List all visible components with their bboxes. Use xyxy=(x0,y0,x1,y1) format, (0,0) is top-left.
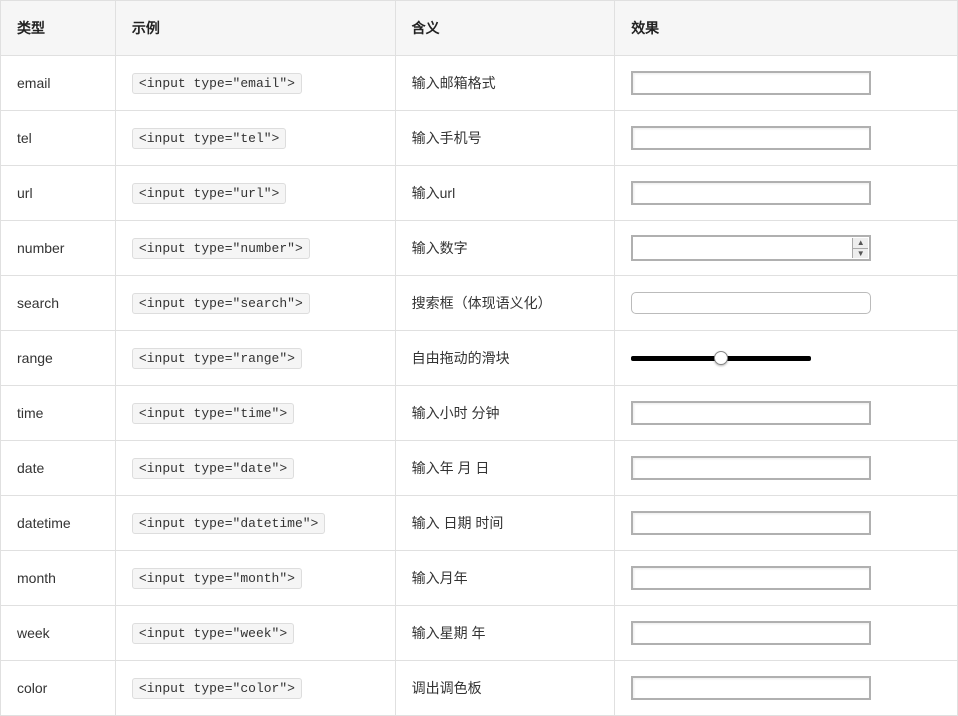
code-snippet: <input type="tel"> xyxy=(132,128,286,149)
cell-type: date xyxy=(1,441,116,496)
code-snippet: <input type="url"> xyxy=(132,183,286,204)
cell-example: <input type="date"> xyxy=(115,441,395,496)
table-row: tel <input type="tel"> 输入手机号 xyxy=(1,111,958,166)
cell-effect xyxy=(615,606,958,661)
table-row: range <input type="range"> 自由拖动的滑块 xyxy=(1,331,958,386)
tel-input[interactable] xyxy=(631,126,871,150)
table-row: time <input type="time"> 输入小时 分钟 xyxy=(1,386,958,441)
cell-example: <input type="datetime"> xyxy=(115,496,395,551)
cell-meaning: 输入月年 xyxy=(395,551,615,606)
table-row: url <input type="url"> 输入url xyxy=(1,166,958,221)
code-snippet: <input type="date"> xyxy=(132,458,294,479)
cell-example: <input type="search"> xyxy=(115,276,395,331)
cell-example: <input type="week"> xyxy=(115,606,395,661)
cell-meaning: 输入邮箱格式 xyxy=(395,56,615,111)
code-snippet: <input type="email"> xyxy=(132,73,302,94)
table-row: email <input type="email"> 输入邮箱格式 xyxy=(1,56,958,111)
cell-type: time xyxy=(1,386,116,441)
chevron-down-icon[interactable]: ▼ xyxy=(853,249,868,259)
table-row: week <input type="week"> 输入星期 年 xyxy=(1,606,958,661)
cell-type: range xyxy=(1,331,116,386)
cell-type: tel xyxy=(1,111,116,166)
cell-type: url xyxy=(1,166,116,221)
code-snippet: <input type="range"> xyxy=(132,348,302,369)
cell-meaning: 调出调色板 xyxy=(395,661,615,716)
code-snippet: <input type="datetime"> xyxy=(132,513,325,534)
cell-effect xyxy=(615,661,958,716)
code-snippet: <input type="month"> xyxy=(132,568,302,589)
cell-example: <input type="time"> xyxy=(115,386,395,441)
cell-example: <input type="url"> xyxy=(115,166,395,221)
slider-thumb[interactable] xyxy=(714,351,728,365)
header-type: 类型 xyxy=(1,1,116,56)
cell-example: <input type="email"> xyxy=(115,56,395,111)
table-row: datetime <input type="datetime"> 输入 日期 时间 xyxy=(1,496,958,551)
cell-example: <input type="tel"> xyxy=(115,111,395,166)
cell-effect xyxy=(615,276,958,331)
email-input[interactable] xyxy=(631,71,871,95)
code-snippet: <input type="week"> xyxy=(132,623,294,644)
cell-type: search xyxy=(1,276,116,331)
cell-meaning: 输入url xyxy=(395,166,615,221)
input-types-table: 类型 示例 含义 效果 email <input type="email"> 输入邮… xyxy=(0,0,958,716)
cell-effect xyxy=(615,56,958,111)
cell-type: month xyxy=(1,551,116,606)
number-spinner[interactable]: ▲▼ xyxy=(852,238,868,258)
datetime-input[interactable] xyxy=(631,511,871,535)
cell-example: <input type="number"> xyxy=(115,221,395,276)
code-snippet: <input type="color"> xyxy=(132,678,302,699)
code-snippet: <input type="number"> xyxy=(132,238,310,259)
code-snippet: <input type="search"> xyxy=(132,293,310,314)
cell-effect xyxy=(615,441,958,496)
week-input[interactable] xyxy=(631,621,871,645)
cell-type: number xyxy=(1,221,116,276)
number-input[interactable]: ▲▼ xyxy=(631,235,871,261)
header-effect: 效果 xyxy=(615,1,958,56)
table-header-row: 类型 示例 含义 效果 xyxy=(1,1,958,56)
month-input[interactable] xyxy=(631,566,871,590)
cell-example: <input type="color"> xyxy=(115,661,395,716)
cell-effect xyxy=(615,551,958,606)
cell-example: <input type="month"> xyxy=(115,551,395,606)
cell-type: datetime xyxy=(1,496,116,551)
chevron-up-icon[interactable]: ▲ xyxy=(853,238,868,249)
range-slider[interactable] xyxy=(631,348,811,368)
search-input[interactable] xyxy=(631,292,871,314)
cell-effect xyxy=(615,331,958,386)
cell-effect: ▲▼ xyxy=(615,221,958,276)
date-input[interactable] xyxy=(631,456,871,480)
code-snippet: <input type="time"> xyxy=(132,403,294,424)
table-row: month <input type="month"> 输入月年 xyxy=(1,551,958,606)
cell-effect xyxy=(615,111,958,166)
cell-meaning: 输入小时 分钟 xyxy=(395,386,615,441)
cell-meaning: 输入星期 年 xyxy=(395,606,615,661)
table-row: date <input type="date"> 输入年 月 日 xyxy=(1,441,958,496)
cell-type: email xyxy=(1,56,116,111)
cell-effect xyxy=(615,386,958,441)
cell-type: week xyxy=(1,606,116,661)
cell-effect xyxy=(615,496,958,551)
table-row: search <input type="search"> 搜索框（体现语义化） xyxy=(1,276,958,331)
cell-meaning: 输入 日期 时间 xyxy=(395,496,615,551)
cell-effect xyxy=(615,166,958,221)
cell-example: <input type="range"> xyxy=(115,331,395,386)
cell-meaning: 自由拖动的滑块 xyxy=(395,331,615,386)
url-input[interactable] xyxy=(631,181,871,205)
cell-meaning: 搜索框（体现语义化） xyxy=(395,276,615,331)
cell-meaning: 输入手机号 xyxy=(395,111,615,166)
cell-meaning: 输入数字 xyxy=(395,221,615,276)
time-input[interactable] xyxy=(631,401,871,425)
table-row: number <input type="number"> 输入数字 ▲▼ xyxy=(1,221,958,276)
header-meaning: 含义 xyxy=(395,1,615,56)
table-row: color <input type="color"> 调出调色板 xyxy=(1,661,958,716)
cell-type: color xyxy=(1,661,116,716)
color-input[interactable] xyxy=(631,676,871,700)
header-example: 示例 xyxy=(115,1,395,56)
cell-meaning: 输入年 月 日 xyxy=(395,441,615,496)
